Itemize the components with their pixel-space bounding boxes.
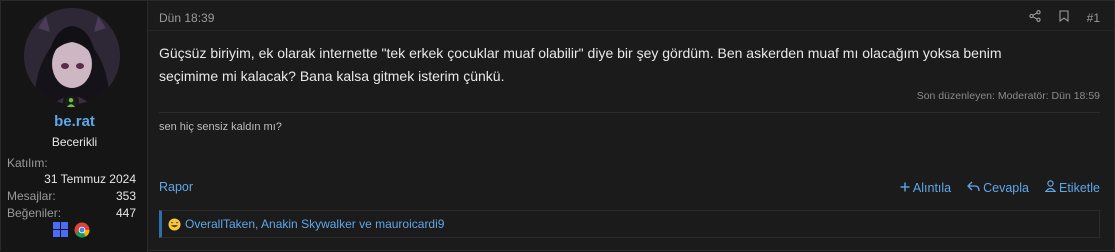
quote-button[interactable]: Alıntıla [900,180,951,195]
avatar[interactable] [24,8,120,104]
bookmark-icon[interactable] [1059,10,1069,25]
messages-value: 353 [115,189,136,203]
report-link[interactable]: Rapor [159,180,193,194]
reply-label: Cevapla [983,180,1029,195]
user-info-column: be.rat Becerikli Katılım: 31 Temmuz 2024… [1,1,148,252]
tag-label: Etiketle [1059,180,1100,195]
post-number[interactable]: #1 [1087,11,1100,25]
plus-icon [900,181,910,195]
post-header-actions: #1 [1028,10,1100,25]
last-edited-note: Son düzenleyen: Moderatör: Dün 18:59 [916,90,1100,102]
header-divider [148,30,1114,31]
post-body: Güçsüz biriyim, ek olarak internette "te… [159,42,1069,88]
signature-divider [159,112,1100,113]
client-icons [53,222,90,243]
online-status-icon [63,94,79,110]
username[interactable]: be.rat [1,113,148,130]
windows-icon [53,222,68,243]
chrome-icon [74,222,90,243]
join-date-label: Katılım: [7,156,48,170]
post-date[interactable]: Dün 18:39 [159,11,214,25]
post-actions: Alıntıla Cevapla Etiketle [900,180,1100,195]
messages-label: Mesajlar: [7,189,56,203]
share-icon[interactable] [1028,10,1041,25]
tag-button[interactable]: Etiketle [1044,180,1100,195]
message-main: Dün 18:39 #1 Güçsüz biriyim, ek olarak i… [148,1,1114,250]
reactions-users[interactable]: OverallTaken, Anakin Skywalker ve mauroi… [185,217,444,231]
user-icon [1044,180,1057,195]
quote-label: Alıntıla [912,180,952,195]
reactions-bar[interactable]: OverallTaken, Anakin Skywalker ve mauroi… [159,210,1100,238]
likes-value: 447 [115,206,136,220]
join-date-value: 31 Temmuz 2024 [44,172,136,186]
reply-icon [967,181,980,195]
post-body-line: Güçsüz biriyim, ek olarak internette "te… [159,45,1002,61]
user-title: Becerikli [51,135,98,149]
reply-button[interactable]: Cevapla [967,180,1029,195]
message-post: be.rat Becerikli Katılım: 31 Temmuz 2024… [0,0,1115,252]
signature: sen hiç sensiz kaldın mı? [159,121,282,133]
post-body-line: seçimime mi kalacak? Bana kalsa gitmek i… [159,68,505,84]
likes-label: Beğeniler: [7,206,62,220]
laugh-reaction-icon [168,218,181,231]
